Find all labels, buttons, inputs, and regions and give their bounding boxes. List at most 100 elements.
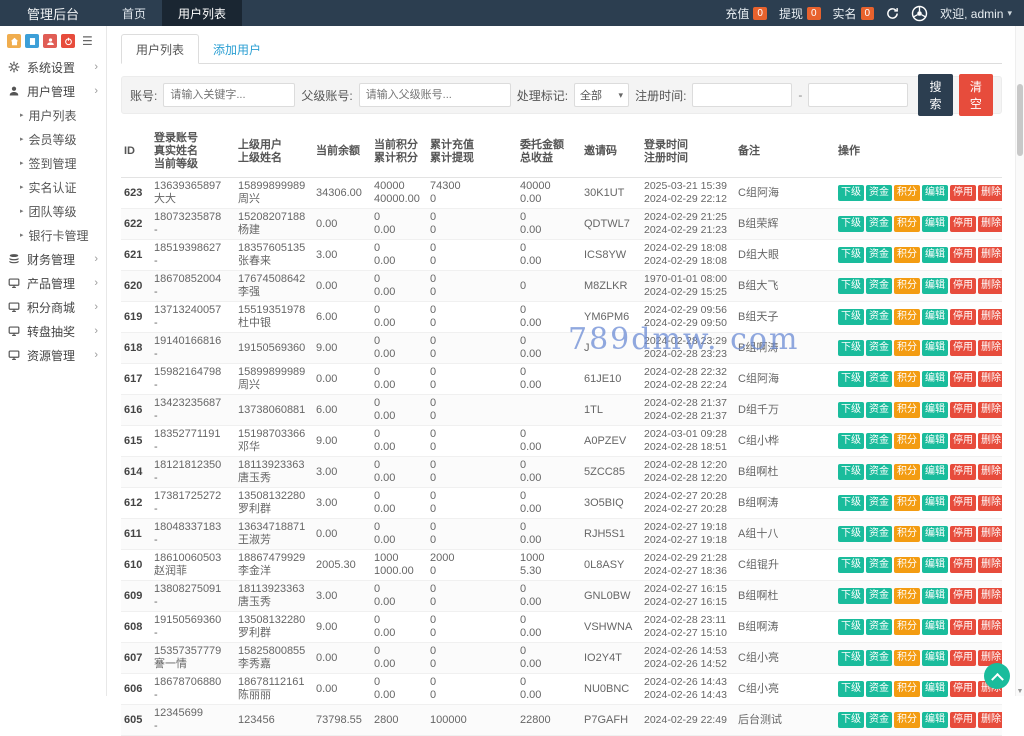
clear-button[interactable]: 清空	[958, 74, 993, 116]
nav-home[interactable]: 首页	[106, 0, 162, 26]
collapse-menu-icon[interactable]: ☰	[82, 35, 93, 47]
disable-button[interactable]: 停用	[950, 619, 976, 635]
sidebar-item-0[interactable]: 系统设置 ›	[0, 55, 106, 79]
funds-button[interactable]: 资金	[866, 681, 892, 697]
edit-button[interactable]: 编辑	[922, 495, 948, 511]
subordinate-button[interactable]: 下级	[838, 433, 864, 449]
points-button[interactable]: 积分	[894, 681, 920, 697]
back-to-top-button[interactable]	[984, 663, 1010, 689]
points-button[interactable]: 积分	[894, 185, 920, 201]
disable-button[interactable]: 停用	[950, 340, 976, 356]
user-menu[interactable]: 欢迎, admin ▾	[940, 5, 1012, 22]
delete-button[interactable]: 删除	[978, 495, 1002, 511]
sidebar-subitem-1-4[interactable]: ▸ 团队等级	[0, 199, 106, 223]
funds-button[interactable]: 资金	[866, 216, 892, 232]
funds-button[interactable]: 资金	[866, 185, 892, 201]
disable-button[interactable]: 停用	[950, 464, 976, 480]
tab-user-list[interactable]: 用户列表	[121, 34, 200, 64]
delete-button[interactable]: 删除	[978, 309, 1002, 325]
points-button[interactable]: 积分	[894, 495, 920, 511]
edit-button[interactable]: 编辑	[922, 247, 948, 263]
scrollbar-thumb[interactable]	[1017, 84, 1023, 156]
edit-button[interactable]: 编辑	[922, 185, 948, 201]
edit-button[interactable]: 编辑	[922, 557, 948, 573]
points-button[interactable]: 积分	[894, 247, 920, 263]
scrollbar[interactable]: ▼	[1015, 26, 1024, 696]
disable-button[interactable]: 停用	[950, 557, 976, 573]
parent-account-input[interactable]	[358, 83, 511, 107]
subordinate-button[interactable]: 下级	[838, 557, 864, 573]
subordinate-button[interactable]: 下级	[838, 216, 864, 232]
points-button[interactable]: 积分	[894, 402, 920, 418]
disable-button[interactable]: 停用	[950, 371, 976, 387]
subordinate-button[interactable]: 下级	[838, 247, 864, 263]
sidebar-item-5[interactable]: 转盘抽奖 ›	[0, 319, 106, 343]
delete-button[interactable]: 删除	[978, 464, 1002, 480]
reg-time-start-input[interactable]	[692, 83, 793, 107]
home-icon[interactable]	[7, 34, 21, 48]
subordinate-button[interactable]: 下级	[838, 278, 864, 294]
funds-button[interactable]: 资金	[866, 712, 892, 728]
points-button[interactable]: 积分	[894, 588, 920, 604]
funds-button[interactable]: 资金	[866, 309, 892, 325]
sidebar-item-6[interactable]: 资源管理 ›	[0, 343, 106, 367]
funds-button[interactable]: 资金	[866, 557, 892, 573]
delete-button[interactable]: 删除	[978, 402, 1002, 418]
funds-button[interactable]: 资金	[866, 340, 892, 356]
sidebar-subitem-1-3[interactable]: ▸ 实名认证	[0, 175, 106, 199]
sidebar-subitem-1-5[interactable]: ▸ 银行卡管理	[0, 223, 106, 247]
sidebar-item-4[interactable]: 积分商城 ›	[0, 295, 106, 319]
disable-button[interactable]: 停用	[950, 526, 976, 542]
disable-button[interactable]: 停用	[950, 309, 976, 325]
sidebar-subitem-1-2[interactable]: ▸ 签到管理	[0, 151, 106, 175]
nav-user-list[interactable]: 用户列表	[162, 0, 243, 26]
points-button[interactable]: 积分	[894, 278, 920, 294]
points-button[interactable]: 积分	[894, 433, 920, 449]
disable-button[interactable]: 停用	[950, 712, 976, 728]
points-button[interactable]: 积分	[894, 712, 920, 728]
funds-button[interactable]: 资金	[866, 619, 892, 635]
disable-button[interactable]: 停用	[950, 185, 976, 201]
search-button[interactable]: 搜索	[918, 74, 953, 116]
edit-button[interactable]: 编辑	[922, 340, 948, 356]
disable-button[interactable]: 停用	[950, 650, 976, 666]
edit-button[interactable]: 编辑	[922, 402, 948, 418]
edit-button[interactable]: 编辑	[922, 712, 948, 728]
disable-button[interactable]: 停用	[950, 216, 976, 232]
edit-button[interactable]: 编辑	[922, 371, 948, 387]
edit-button[interactable]: 编辑	[922, 526, 948, 542]
edit-button[interactable]: 编辑	[922, 619, 948, 635]
edit-button[interactable]: 编辑	[922, 681, 948, 697]
delete-button[interactable]: 删除	[978, 588, 1002, 604]
doc-icon[interactable]	[25, 34, 39, 48]
subordinate-button[interactable]: 下级	[838, 464, 864, 480]
funds-button[interactable]: 资金	[866, 588, 892, 604]
account-input[interactable]	[163, 83, 296, 107]
edit-button[interactable]: 编辑	[922, 309, 948, 325]
delete-button[interactable]: 删除	[978, 712, 1002, 728]
funds-button[interactable]: 资金	[866, 526, 892, 542]
disable-button[interactable]: 停用	[950, 681, 976, 697]
funds-button[interactable]: 资金	[866, 650, 892, 666]
points-button[interactable]: 积分	[894, 557, 920, 573]
funds-button[interactable]: 资金	[866, 433, 892, 449]
subordinate-button[interactable]: 下级	[838, 495, 864, 511]
points-button[interactable]: 积分	[894, 619, 920, 635]
points-button[interactable]: 积分	[894, 309, 920, 325]
delete-button[interactable]: 删除	[978, 340, 1002, 356]
subordinate-button[interactable]: 下级	[838, 340, 864, 356]
refresh-icon[interactable]	[886, 7, 899, 20]
edit-button[interactable]: 编辑	[922, 588, 948, 604]
disable-button[interactable]: 停用	[950, 495, 976, 511]
subordinate-button[interactable]: 下级	[838, 526, 864, 542]
sidebar-item-2[interactable]: 财务管理 ›	[0, 247, 106, 271]
tab-add-user[interactable]: 添加用户	[199, 35, 275, 63]
withdraw-stat[interactable]: 提现 0	[779, 5, 821, 22]
points-button[interactable]: 积分	[894, 526, 920, 542]
delete-button[interactable]: 删除	[978, 371, 1002, 387]
realname-stat[interactable]: 实名 0	[833, 5, 875, 22]
edit-button[interactable]: 编辑	[922, 278, 948, 294]
user-icon[interactable]	[43, 34, 57, 48]
points-button[interactable]: 积分	[894, 650, 920, 666]
delete-button[interactable]: 删除	[978, 526, 1002, 542]
